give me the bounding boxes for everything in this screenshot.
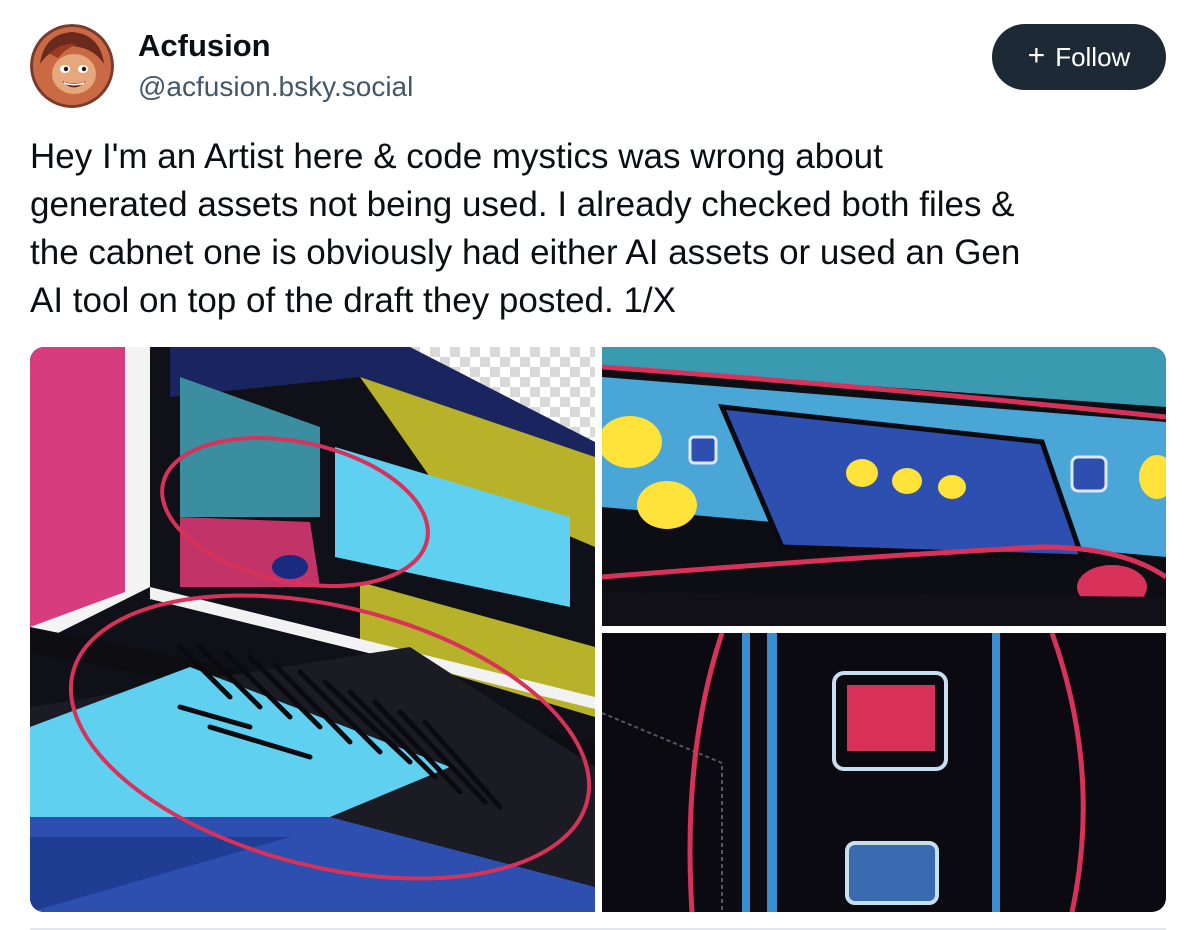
post-card: Acfusion @acfusion.bsky.social + Follow … [0,0,1194,930]
avatar[interactable] [30,24,114,108]
plus-icon: + [1027,38,1046,72]
image-gallery [30,347,1166,912]
author-handle[interactable]: @acfusion.bsky.social [138,71,413,103]
attached-image-3[interactable] [602,633,1166,912]
post-text: Hey I'm an Artist here & code mystics wa… [30,137,1021,320]
follow-button-label: Follow [1055,41,1131,72]
attached-image-2[interactable] [602,347,1166,626]
follow-button[interactable]: + Follow [992,24,1166,90]
avatar-image [30,24,114,108]
author-display-name[interactable]: Acfusion [138,28,271,64]
attached-image-1[interactable] [30,347,595,912]
